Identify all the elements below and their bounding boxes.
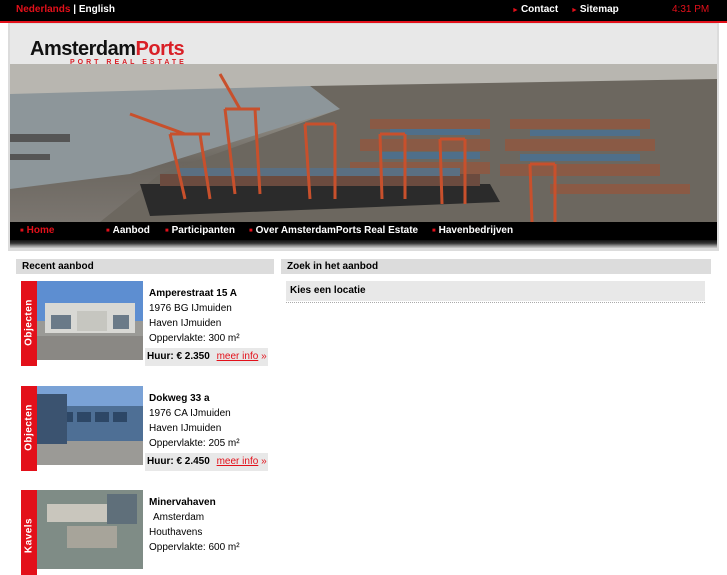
nav-item-label: Participanten <box>171 225 235 236</box>
recent-aanbod-title: Recent aanbod <box>16 259 274 274</box>
top-bar: Nederlands | English ► Contact ► Sitemap 4… <box>0 0 727 21</box>
zoek-aanbod-title: Zoek in het aanbod <box>281 259 711 274</box>
contact-label: Contact <box>520 4 559 15</box>
listing-category-tab: Kavels <box>21 490 37 575</box>
listing-size: Oppervlakte: 600 m² <box>149 542 240 553</box>
meer-info-link[interactable]: meer info <box>217 456 259 467</box>
language-en-link[interactable]: English <box>79 4 115 15</box>
listing-price-bar: Huur: € 2.350 meer info » <box>145 348 268 366</box>
listing-photo[interactable] <box>37 281 143 360</box>
double-arrow-icon: » <box>261 351 267 362</box>
language-switcher: Nederlands | English <box>16 4 115 15</box>
location-selector[interactable]: Kies een locatie <box>286 281 705 301</box>
logo-part1: Amsterdam <box>30 38 136 60</box>
listing-category-label: Objecten <box>23 299 35 346</box>
nav-item-home[interactable]: ■ Home <box>20 225 54 236</box>
listing-size: Oppervlakte: 300 m² <box>149 333 240 344</box>
listing-info: Minervahaven Amsterdam Houthavens Opperv… <box>149 495 240 555</box>
listing-size: Oppervlakte: 205 m² <box>149 438 240 449</box>
listing-info: Dokweg 33 a 1976 CA IJmuiden Haven IJmui… <box>149 391 240 451</box>
listing-item[interactable]: Kavels Minervahaven Amsterdam Houthavens… <box>21 490 271 575</box>
sitemap-label: Sitemap <box>579 4 619 15</box>
language-separator: | <box>73 4 77 15</box>
listing-category-tab: Objecten <box>21 281 37 366</box>
port-banner-image: AmsterdamPorts PORT REAL ESTATE <box>10 24 717 222</box>
sitemap-link[interactable]: ► Sitemap <box>571 4 619 15</box>
bullet-icon: ■ <box>432 228 436 234</box>
nav-item-havenbedrijven[interactable]: ■ Havenbedrijven <box>432 225 513 236</box>
listing-price: Huur: € 2.350 <box>147 351 210 362</box>
listing-area: Houthavens <box>149 527 203 538</box>
listing-price: Huur: € 2.450 <box>147 456 210 467</box>
bullet-icon: ■ <box>106 228 110 234</box>
double-arrow-icon: » <box>261 456 267 467</box>
nav-item-label: Aanbod <box>112 225 150 236</box>
nav-item-over[interactable]: ■ Over AmsterdamPorts Real Estate <box>249 225 418 236</box>
listing-postcode: 1976 BG IJmuiden <box>149 303 232 314</box>
nav-item-label: Havenbedrijven <box>438 225 514 236</box>
nav-item-label: Home <box>26 225 55 236</box>
amsterdamports-logo[interactable]: AmsterdamPorts PORT REAL ESTATE <box>30 38 187 66</box>
search-divider <box>286 302 705 303</box>
listing-photo[interactable] <box>37 490 143 569</box>
listing-category-label: Objecten <box>23 404 35 451</box>
bullet-icon: ■ <box>249 228 253 234</box>
language-nl-link[interactable]: Nederlands <box>16 4 70 15</box>
listing-category-tab: Objecten <box>21 386 37 471</box>
bullet-icon: ■ <box>20 228 24 234</box>
nav-item-participanten[interactable]: ■ Participanten <box>165 225 235 236</box>
listing-item[interactable]: Objecten Amperestraat 15 A 1976 BG IJmui… <box>21 281 271 366</box>
listing-title[interactable]: Amperestraat 15 A <box>149 286 240 301</box>
listing-info: Amperestraat 15 A 1976 BG IJmuiden Haven… <box>149 286 240 346</box>
listing-area: Haven IJmuiden <box>149 423 222 434</box>
listing-title[interactable]: Dokweg 33 a <box>149 391 240 406</box>
listing-title[interactable]: Minervahaven <box>149 495 240 510</box>
arrow-right-icon: ► <box>512 7 519 14</box>
nav-item-aanbod[interactable]: ■ Aanbod <box>106 225 150 236</box>
contact-link[interactable]: ► Contact <box>512 4 558 15</box>
listing-price-bar: Huur: € 2.450 meer info » <box>145 453 268 471</box>
listing-item[interactable]: Objecten Dokweg 33 a 1976 CA IJmuiden Ha… <box>21 386 271 471</box>
top-links: ► Contact ► Sitemap <box>512 4 629 15</box>
main-nav: ■ Home ■ Aanbod ■ Participanten ■ Over Amste… <box>10 222 717 240</box>
listing-postcode: Amsterdam <box>153 512 205 523</box>
listing-category-label: Kavels <box>23 517 35 554</box>
listing-area: Haven IJmuiden <box>149 318 222 329</box>
nav-shadow-stripe <box>10 240 717 248</box>
arrow-right-icon: ► <box>570 7 578 14</box>
bullet-icon: ■ <box>165 228 169 234</box>
logo-tagline: PORT REAL ESTATE <box>70 59 187 66</box>
logo-part2: Ports <box>135 38 185 60</box>
nav-item-label: Over AmsterdamPorts Real Estate <box>255 225 419 236</box>
clock: 4:31 PM <box>672 4 710 15</box>
listing-postcode: 1976 CA IJmuiden <box>149 408 231 419</box>
listing-photo[interactable] <box>37 386 143 465</box>
meer-info-link[interactable]: meer info <box>217 351 259 362</box>
